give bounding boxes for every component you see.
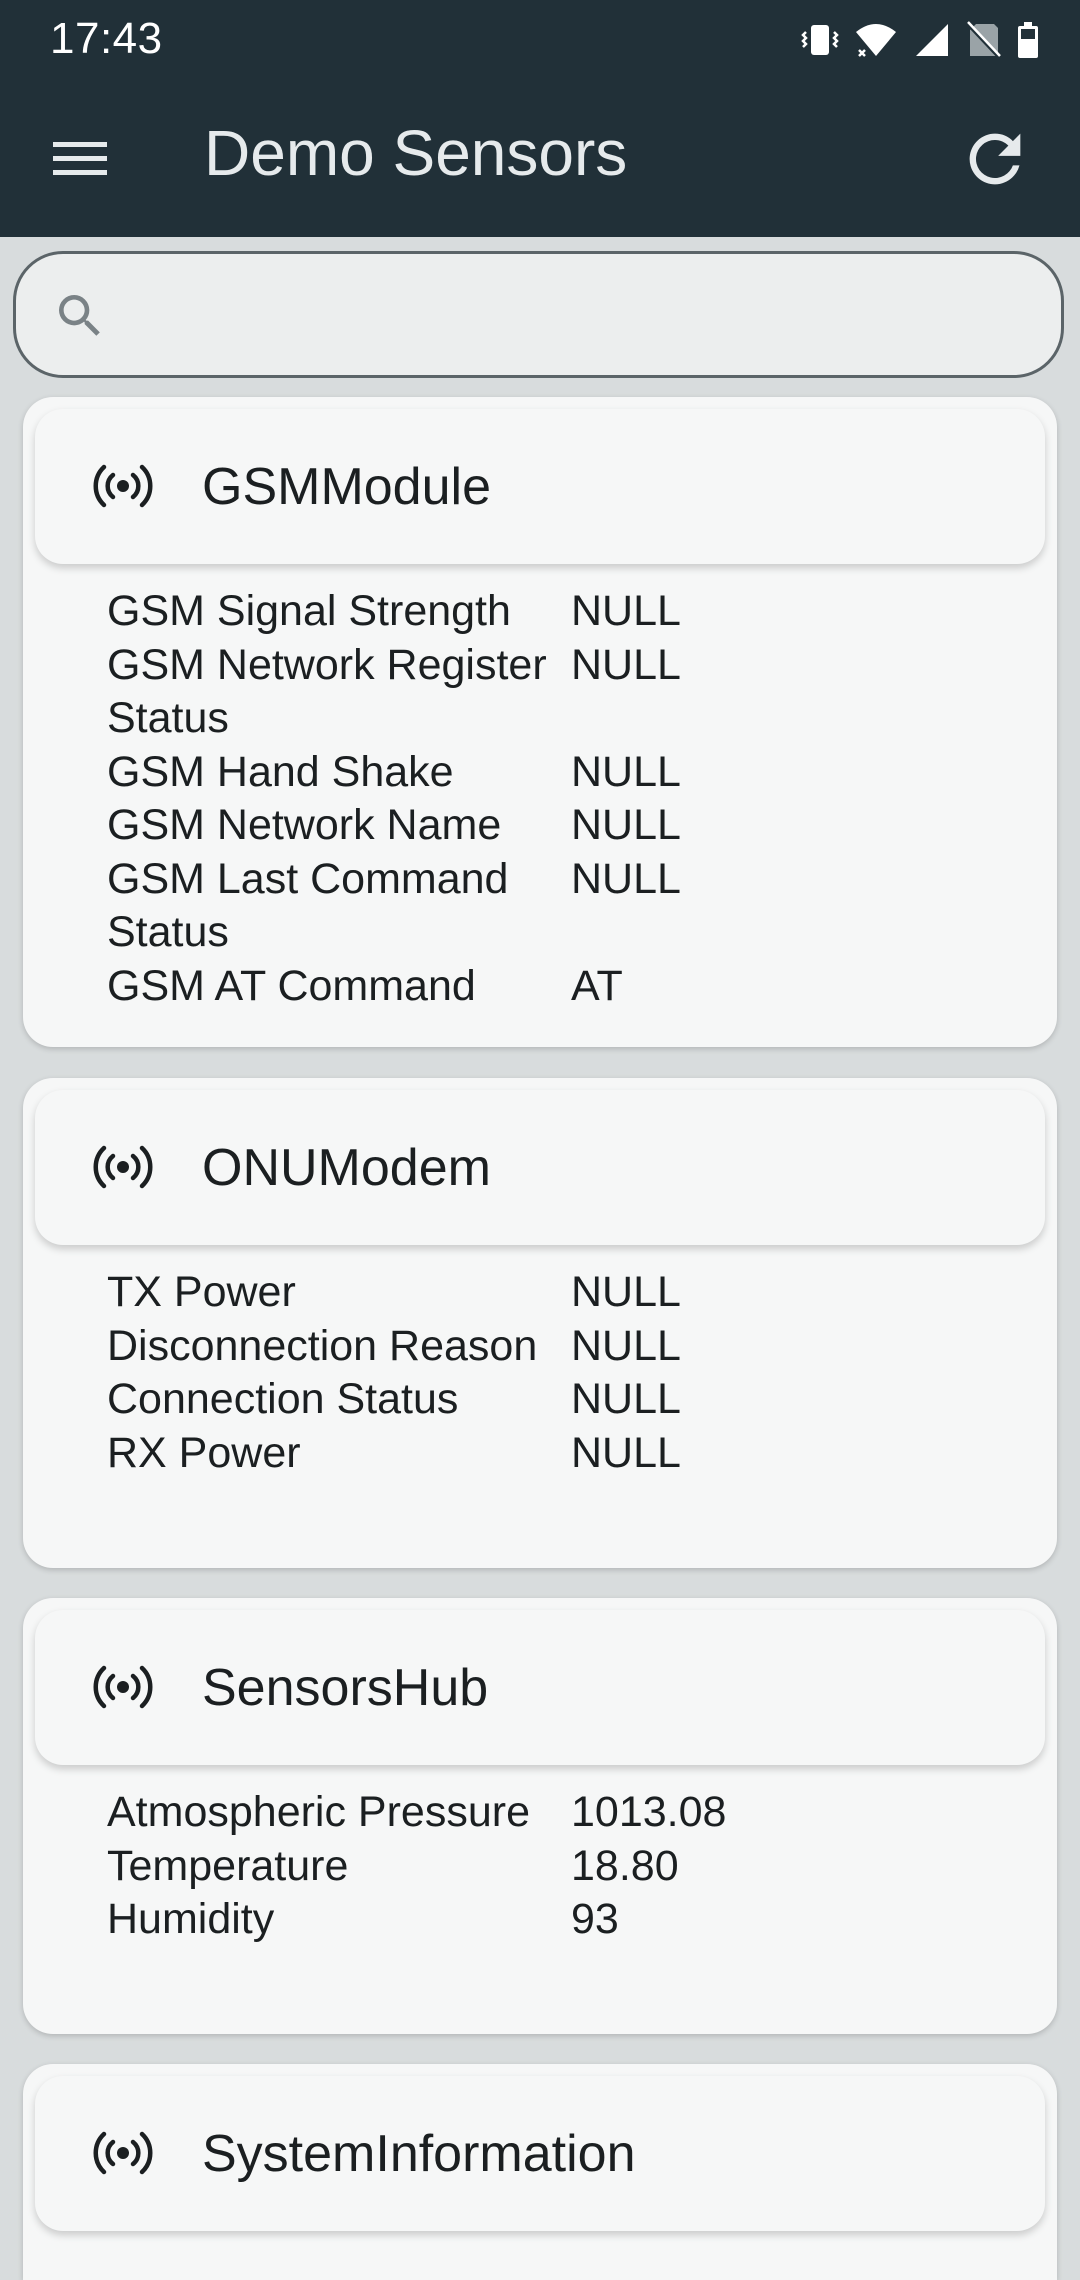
sensor-broadcast-icon [93, 1662, 153, 1717]
card-header[interactable]: ONUModem [35, 1090, 1045, 1245]
row-label: RX Power [107, 1428, 301, 1477]
sensor-row: GSM AT Command AT [107, 960, 1007, 1014]
sensor-row: Disconnection Reason NULL [107, 1320, 1007, 1374]
row-value: NULL [571, 1375, 681, 1423]
sensor-row: GSM Signal Strength NULL [107, 585, 1007, 639]
row-label: GSM Signal Strength [107, 587, 511, 635]
row-value: NULL [571, 1268, 681, 1316]
row-value: NULL [571, 640, 681, 689]
sensor-broadcast-icon [93, 1142, 153, 1197]
app-bar: Demo Sensors [0, 80, 1080, 237]
row-value: NULL [571, 1428, 681, 1477]
row-value: AT [571, 961, 623, 1010]
search-input[interactable] [126, 274, 1030, 356]
card-gsmmodule: GSMModule GSM Signal Strength NULL GSM N… [23, 397, 1057, 1047]
card-title: ONUModem [202, 1139, 491, 1197]
vibrate-icon [800, 20, 840, 60]
row-label: Connection Status [107, 1375, 459, 1423]
row-label: GSM Network Register Status [107, 640, 547, 743]
row-label: Temperature [107, 1841, 349, 1890]
sensor-row: GSM Hand Shake NULL [107, 746, 1007, 800]
row-value: 93 [571, 1895, 619, 1943]
row-label: Atmospheric Pressure [107, 1788, 530, 1836]
card-header[interactable]: SystemInformation [35, 2076, 1045, 2231]
row-label: GSM AT Command [107, 961, 476, 1010]
cell-signal-icon [912, 20, 952, 60]
sensor-row: Connection Status NULL [107, 1373, 1007, 1427]
sensor-rows: GSM Signal Strength NULL GSM Network Reg… [107, 585, 1007, 1013]
sensor-row: TX Power NULL [107, 1266, 1007, 1320]
sensor-rows: Atmospheric Pressure 1013.08 Temperature… [107, 1786, 1007, 1947]
search-bar [13, 251, 1064, 378]
row-label: Humidity [107, 1895, 275, 1943]
sensor-row: Humidity 93 [107, 1893, 1007, 1947]
sensor-row: RX Power NULL [107, 1427, 1007, 1481]
status-bar: 17:43 [0, 0, 1080, 80]
sensor-row: Temperature 18.80 [107, 1840, 1007, 1894]
card-title: GSMModule [202, 458, 491, 516]
row-value: 1013.08 [571, 1788, 727, 1836]
row-label: TX Power [107, 1268, 296, 1316]
card-header[interactable]: GSMModule [35, 409, 1045, 564]
row-value: 18.80 [571, 1841, 679, 1890]
card-header[interactable]: SensorsHub [35, 1610, 1045, 1765]
card-sensorshub: SensorsHub Atmospheric Pressure 1013.08 … [23, 1598, 1057, 2034]
battery-icon [1016, 20, 1040, 60]
status-time: 17:43 [50, 14, 163, 63]
menu-button[interactable] [40, 120, 120, 200]
sensor-rows: TX Power NULL Disconnection Reason NULL … [107, 1266, 1007, 1480]
wifi-icon [854, 20, 898, 60]
menu-icon [53, 138, 107, 183]
row-value: NULL [571, 587, 681, 635]
row-value: NULL [571, 747, 681, 796]
page-title: Demo Sensors [204, 117, 628, 189]
status-icons [800, 20, 1040, 60]
refresh-icon [957, 121, 1033, 202]
row-label: GSM Last Command Status [107, 854, 509, 957]
row-label: GSM Hand Shake [107, 747, 454, 796]
sensor-broadcast-icon [93, 461, 153, 516]
refresh-button[interactable] [950, 116, 1040, 206]
card-systeminformation: SystemInformation [23, 2064, 1057, 2280]
sensor-broadcast-icon [93, 2128, 153, 2183]
card-onumodem: ONUModem TX Power NULL Disconnection Rea… [23, 1078, 1057, 1568]
sensor-row: Atmospheric Pressure 1013.08 [107, 1786, 1007, 1840]
search-icon [52, 288, 108, 349]
row-value: NULL [571, 801, 681, 849]
no-sim-icon [966, 20, 1002, 60]
sensor-row: GSM Last Command Status NULL [107, 853, 1007, 960]
sensor-row: GSM Network Register Status NULL [107, 639, 1007, 746]
row-value: NULL [571, 1321, 681, 1370]
row-value: NULL [571, 854, 681, 903]
card-title: SensorsHub [202, 1659, 489, 1717]
row-label: GSM Network Name [107, 801, 502, 849]
card-title: SystemInformation [202, 2125, 636, 2183]
sensor-row: GSM Network Name NULL [107, 799, 1007, 853]
row-label: Disconnection Reason [107, 1321, 538, 1370]
